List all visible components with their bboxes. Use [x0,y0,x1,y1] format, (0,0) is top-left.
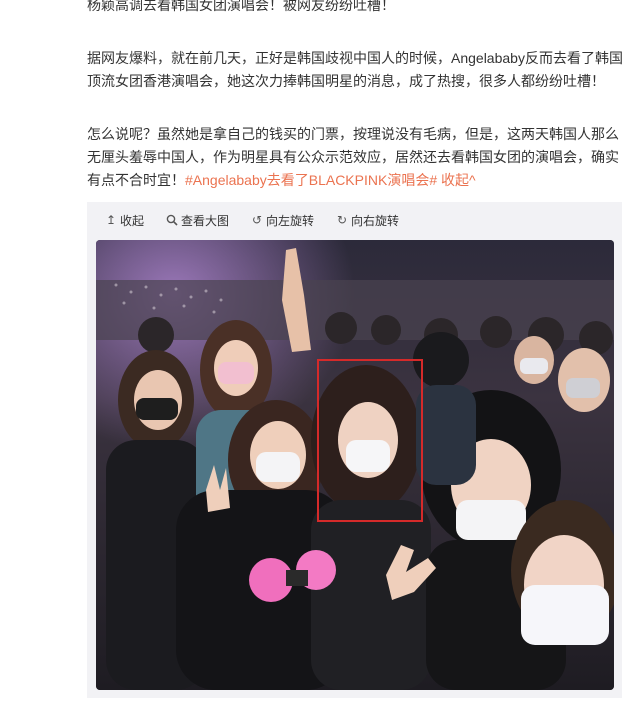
rotate-right-button[interactable]: ↻ 向右旋转 [336,212,399,229]
magnifier-icon [166,214,178,226]
highlight-box [317,359,423,522]
media-toolbar: ↥ 收起 查看大图 ↺ 向左旋转 ↻ 向右旋转 [87,202,622,238]
collapse-text-link[interactable]: 收起^ [441,172,476,188]
rotate-left-icon: ↺ [252,213,263,227]
collapse-button[interactable]: ↥ 收起 [105,212,144,229]
rotate-left-button[interactable]: ↺ 向左旋转 [251,212,314,229]
collapse-up-icon: ↥ [105,213,117,227]
weibo-post: 杨颖高调去看韩国女团演唱会！被网友纷纷吐槽！ 据网友爆料，就在前几天，正好是韩国… [0,0,640,706]
post-paragraph-report: 据网友爆料，就在前几天，正好是韩国歧视中国人的时候，Angelababy反而去看… [87,50,623,89]
rotate-left-label: 向左旋转 [266,213,315,228]
post-paragraph-headline: 杨颖高调去看韩国女团演唱会！被网友纷纷吐槽！ [87,0,395,13]
collapse-label: 收起 [120,213,145,228]
post-paragraph-comment: 怎么说呢？虽然她是拿自己的钱买的门票，按理说没有毛病，但是，这两天韩国人那么无厘… [87,123,627,192]
rotate-right-label: 向右旋转 [351,213,400,228]
concert-selfie-photo[interactable] [96,240,614,690]
media-panel: ↥ 收起 查看大图 ↺ 向左旋转 ↻ 向右旋转 [87,202,622,698]
view-large-label: 查看大图 [181,213,230,228]
view-large-button[interactable]: 查看大图 [166,212,229,229]
rotate-right-icon: ↻ [337,213,348,227]
topic-hashtag-link[interactable]: #Angelababy去看了BLACKPINK演唱会# [185,172,437,188]
